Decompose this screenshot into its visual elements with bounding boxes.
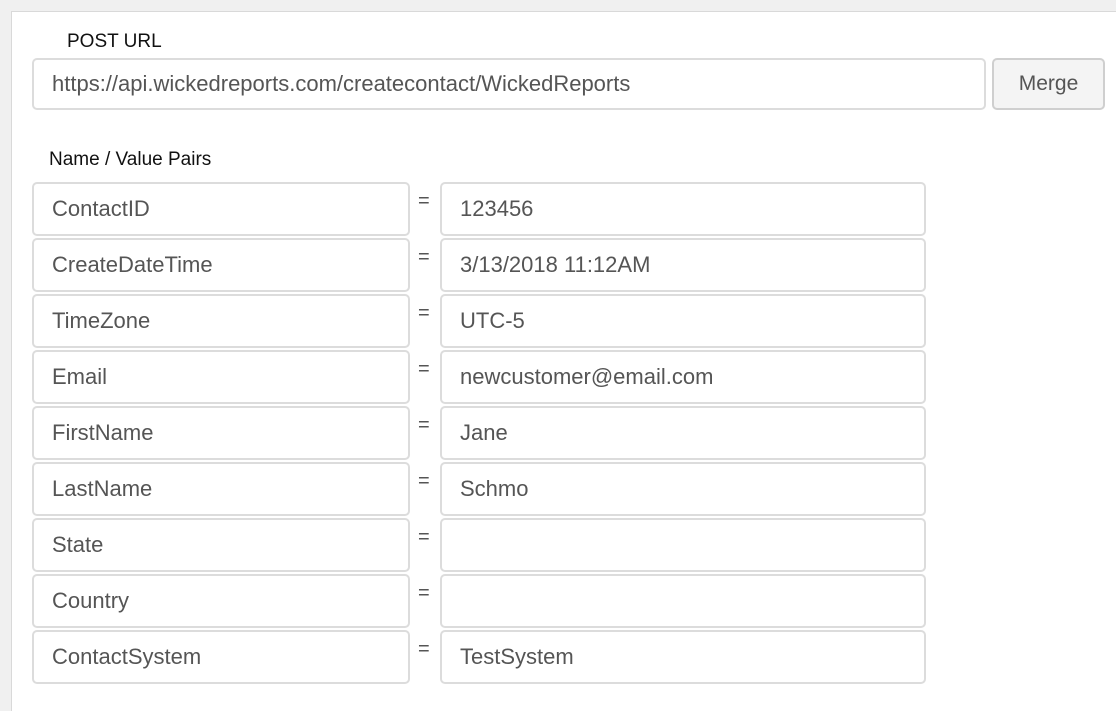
equals-sign: = (418, 190, 430, 212)
pair-name-input[interactable]: Email (32, 350, 410, 404)
equals-sign: = (418, 302, 430, 324)
pair-row-createdatetime: CreateDateTime = 3/13/2018 11:12AM (0, 238, 1116, 292)
pair-row-contactid: ContactID = 123456 (0, 182, 1116, 236)
pair-name-input[interactable]: Country (32, 574, 410, 628)
pair-value-input[interactable]: 123456 (440, 182, 926, 236)
pair-value-input[interactable]: TestSystem (440, 630, 926, 684)
pair-name-input[interactable]: State (32, 518, 410, 572)
pair-name-input[interactable]: FirstName (32, 406, 410, 460)
pair-value-input[interactable]: 3/13/2018 11:12AM (440, 238, 926, 292)
equals-sign: = (418, 582, 430, 604)
pair-name-input[interactable]: ContactID (32, 182, 410, 236)
pair-value-input[interactable]: newcustomer@email.com (440, 350, 926, 404)
pair-value-input[interactable]: Jane (440, 406, 926, 460)
pair-name-input[interactable]: TimeZone (32, 294, 410, 348)
pair-value-input[interactable]: Schmo (440, 462, 926, 516)
pair-row-state: State = (0, 518, 1116, 572)
post-url-label: POST URL (67, 31, 162, 52)
post-url-input[interactable]: https://api.wickedreports.com/createcont… (32, 58, 986, 110)
pair-value-input[interactable] (440, 518, 926, 572)
pair-row-timezone: TimeZone = UTC-5 (0, 294, 1116, 348)
pair-row-country: Country = (0, 574, 1116, 628)
merge-button[interactable]: Merge (992, 58, 1105, 110)
name-value-pairs-label: Name / Value Pairs (49, 149, 212, 170)
pair-name-input[interactable]: ContactSystem (32, 630, 410, 684)
pair-row-contactsystem: ContactSystem = TestSystem (0, 630, 1116, 684)
pair-value-input[interactable]: UTC-5 (440, 294, 926, 348)
equals-sign: = (418, 470, 430, 492)
pair-row-lastname: LastName = Schmo (0, 462, 1116, 516)
pair-row-firstname: FirstName = Jane (0, 406, 1116, 460)
equals-sign: = (418, 526, 430, 548)
pair-name-input[interactable]: LastName (32, 462, 410, 516)
equals-sign: = (418, 638, 430, 660)
pair-row-email: Email = newcustomer@email.com (0, 350, 1116, 404)
equals-sign: = (418, 246, 430, 268)
equals-sign: = (418, 414, 430, 436)
equals-sign: = (418, 358, 430, 380)
pair-name-input[interactable]: CreateDateTime (32, 238, 410, 292)
pair-value-input[interactable] (440, 574, 926, 628)
